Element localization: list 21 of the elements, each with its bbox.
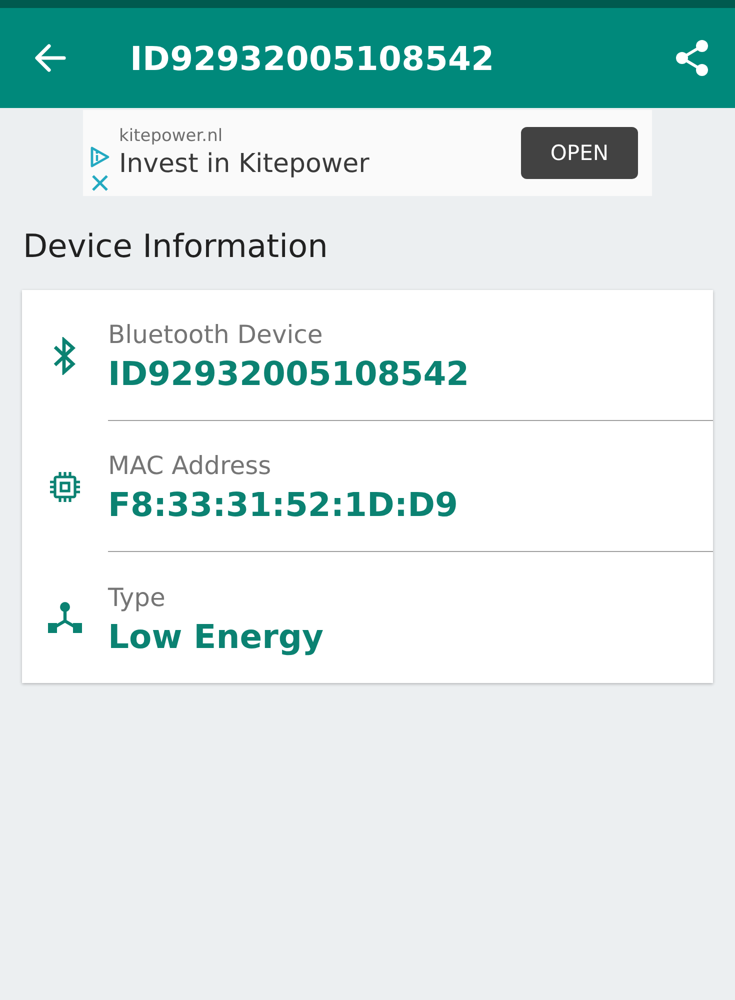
detail-label: Bluetooth Device — [108, 319, 324, 351]
play-info-icon — [90, 146, 110, 168]
chip-icon — [49, 470, 81, 502]
detail-value: Low Energy — [108, 616, 324, 658]
share-button[interactable] — [675, 40, 709, 76]
ad-headline: Invest in Kitepower — [119, 148, 370, 181]
bluetooth-icon — [52, 336, 78, 374]
app-bar-title: ID92932005108542 — [130, 38, 496, 78]
detail-label: MAC Address — [108, 450, 272, 482]
branch-nodes-icon — [48, 602, 82, 634]
back-button[interactable] — [34, 44, 66, 72]
open-button[interactable]: OPEN — [521, 127, 638, 179]
ad-banner[interactable]: kitepower.nl Invest in Kitepower OPEN — [83, 110, 652, 196]
back-arrow-icon — [34, 44, 66, 72]
section-title: Device Information — [23, 226, 329, 266]
detail-value: ID92932005108542 — [108, 353, 470, 395]
close-icon[interactable] — [91, 174, 109, 192]
detail-label: Type — [108, 582, 166, 614]
detail-value: F8:33:31:52:1D:D9 — [108, 484, 459, 526]
share-icon — [675, 40, 709, 76]
ad-domain: kitepower.nl — [119, 125, 224, 147]
